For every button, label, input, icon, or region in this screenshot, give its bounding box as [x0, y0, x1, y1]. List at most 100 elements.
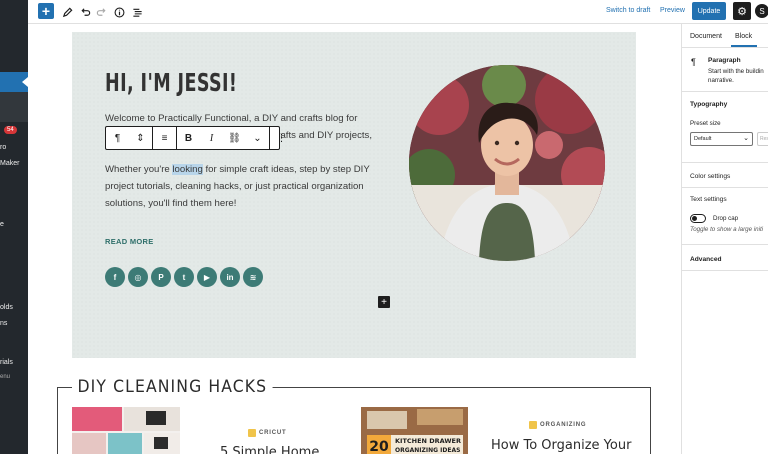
paragraph-icon: ¶: [114, 132, 121, 144]
post-thumbnail-1[interactable]: [72, 407, 180, 454]
tab-block[interactable]: Block: [735, 33, 752, 40]
block-card-description-1: Start with the buildin: [708, 68, 764, 75]
plugin-button[interactable]: S: [755, 4, 768, 18]
post-title-2[interactable]: How To Organize Your: [491, 438, 631, 453]
reset-button[interactable]: Res: [757, 132, 768, 146]
portrait-illustration: [409, 65, 605, 261]
thumbnail-kitchen-drawer: 20 KITCHEN DRAWER ORGANIZING IDEAS: [361, 407, 468, 454]
rss-icon[interactable]: ≋: [243, 267, 263, 287]
tab-document[interactable]: Document: [690, 33, 722, 40]
drop-cap-label: Drop cap: [713, 215, 739, 222]
section-heading[interactable]: DIY CLEANING HACKS: [72, 377, 273, 397]
intro-line-1: Welcome to Practically Functional, a DIY…: [105, 113, 358, 124]
hero-title[interactable]: HI, I'M JESSI!: [105, 68, 237, 97]
typography-panel-toggle[interactable]: Typography: [690, 101, 727, 108]
redo-icon: [96, 7, 106, 16]
hero-cover-block[interactable]: HI, I'M JESSI! Welcome to Practically Fu…: [72, 32, 636, 358]
undo-icon: [80, 7, 90, 16]
sidebar-item[interactable]: e: [0, 221, 4, 228]
social-icons: f ◎ P t ▶ in ≋: [105, 267, 263, 287]
editor-top-toolbar: + Switch to draft Preview Update ⚙ S: [28, 0, 768, 24]
move-block-button[interactable]: ⇕: [129, 127, 152, 149]
category-label: CRICUT: [259, 430, 287, 436]
category-label: ORGANIZING: [540, 422, 587, 428]
more-rich-text-button[interactable]: ⌄: [246, 127, 269, 149]
sidebar-item[interactable]: Maker: [0, 160, 19, 167]
facebook-icon[interactable]: f: [105, 267, 125, 287]
paragraph-block-icon: ¶: [691, 57, 696, 67]
thumbnail-collage: [72, 407, 180, 454]
paragraph-text-start: Whether you're: [105, 164, 173, 175]
chevron-down-icon: ⌄: [253, 132, 262, 144]
post-title-1[interactable]: 5 Simple Home: [220, 445, 319, 454]
preset-size-value: Default: [694, 136, 712, 142]
tools-button[interactable]: [58, 3, 76, 21]
preset-size-select[interactable]: Default ⌄: [690, 132, 753, 146]
post-category-2[interactable]: ORGANIZING: [529, 421, 586, 429]
move-arrows-icon: ⇕: [136, 132, 145, 144]
divider: [682, 162, 768, 163]
add-block-button[interactable]: +: [378, 296, 390, 308]
list-view-button[interactable]: [128, 3, 146, 21]
divider: [682, 244, 768, 245]
sidebar-item[interactable]: enu: [0, 374, 10, 380]
info-icon: [114, 7, 124, 17]
divider: [682, 47, 768, 48]
pinterest-icon[interactable]: P: [151, 267, 171, 287]
twitter-icon[interactable]: t: [174, 267, 194, 287]
sidebar-item[interactable]: ns: [0, 320, 7, 327]
admin-sidebar: 54 ro Maker e olds ns rials enu: [0, 0, 28, 454]
category-icon: [529, 421, 537, 429]
block-options-button[interactable]: ⋮: [270, 127, 293, 149]
advanced-panel-toggle[interactable]: Advanced: [690, 256, 722, 263]
color-settings-toggle[interactable]: Color settings: [690, 173, 730, 180]
pencil-icon: [62, 7, 72, 17]
youtube-icon[interactable]: ▶: [197, 267, 217, 287]
drop-cap-toggle[interactable]: [690, 214, 706, 223]
block-toolbar: ¶ ⇕ ≡ B I ⛓ ⌄ ⋮: [105, 126, 287, 150]
author-portrait[interactable]: [409, 65, 605, 261]
redo-button[interactable]: [92, 3, 110, 21]
divider: [682, 91, 768, 92]
category-icon: [248, 429, 256, 437]
more-vertical-icon: ⋮: [276, 132, 287, 144]
sidebar-item[interactable]: ro: [0, 144, 6, 151]
link-button[interactable]: ⛓: [223, 127, 246, 149]
linkedin-icon[interactable]: in: [220, 267, 240, 287]
italic-button[interactable]: I: [200, 127, 223, 149]
read-more-link[interactable]: READ MORE: [105, 237, 154, 246]
thumb-number: 20: [369, 439, 389, 454]
selected-word: looking: [172, 164, 203, 175]
sidebar-item[interactable]: rials: [0, 359, 13, 366]
thumb-title-line2: ORGANIZING IDEAS: [395, 447, 460, 454]
drop-cap-help: Toggle to show a large initi: [690, 226, 764, 233]
switch-to-draft-button[interactable]: Switch to draft: [606, 7, 650, 14]
settings-sidebar: Document Block ¶ Paragraph Start with th…: [681, 24, 768, 454]
update-button[interactable]: Update: [692, 2, 726, 20]
plugin-logo-icon: S: [759, 6, 765, 16]
preview-button[interactable]: Preview: [660, 7, 685, 14]
thumb-title-line1: KITCHEN DRAWER: [395, 437, 461, 445]
settings-button[interactable]: ⚙: [733, 2, 751, 20]
chevron-down-icon: ⌄: [743, 135, 749, 142]
block-inserter-button[interactable]: +: [38, 3, 54, 19]
sidebar-item[interactable]: olds: [0, 304, 13, 311]
post-thumbnail-2[interactable]: 20 KITCHEN DRAWER ORGANIZING IDEAS: [361, 407, 468, 454]
block-card-title: Paragraph: [708, 57, 741, 64]
post-category-1[interactable]: CRICUT: [248, 429, 286, 437]
preset-size-label: Preset size: [690, 120, 721, 127]
gear-icon: ⚙: [737, 5, 747, 18]
list-view-icon: [132, 8, 142, 17]
text-settings-toggle[interactable]: Text settings: [690, 196, 727, 203]
instagram-icon[interactable]: ◎: [128, 267, 148, 287]
link-icon: ⛓: [228, 132, 241, 144]
details-button[interactable]: [110, 3, 128, 21]
paragraph-transform-button[interactable]: ¶: [106, 127, 129, 149]
update-count-badge: 54: [4, 126, 17, 134]
bold-button[interactable]: B: [177, 127, 200, 149]
align-left-icon: ≡: [161, 132, 168, 144]
block-card-description-2: narrative.: [708, 77, 734, 84]
divider: [682, 187, 768, 188]
selected-paragraph[interactable]: Whether you're looking for simple craft …: [105, 161, 375, 212]
align-text-button[interactable]: ≡: [153, 127, 176, 149]
